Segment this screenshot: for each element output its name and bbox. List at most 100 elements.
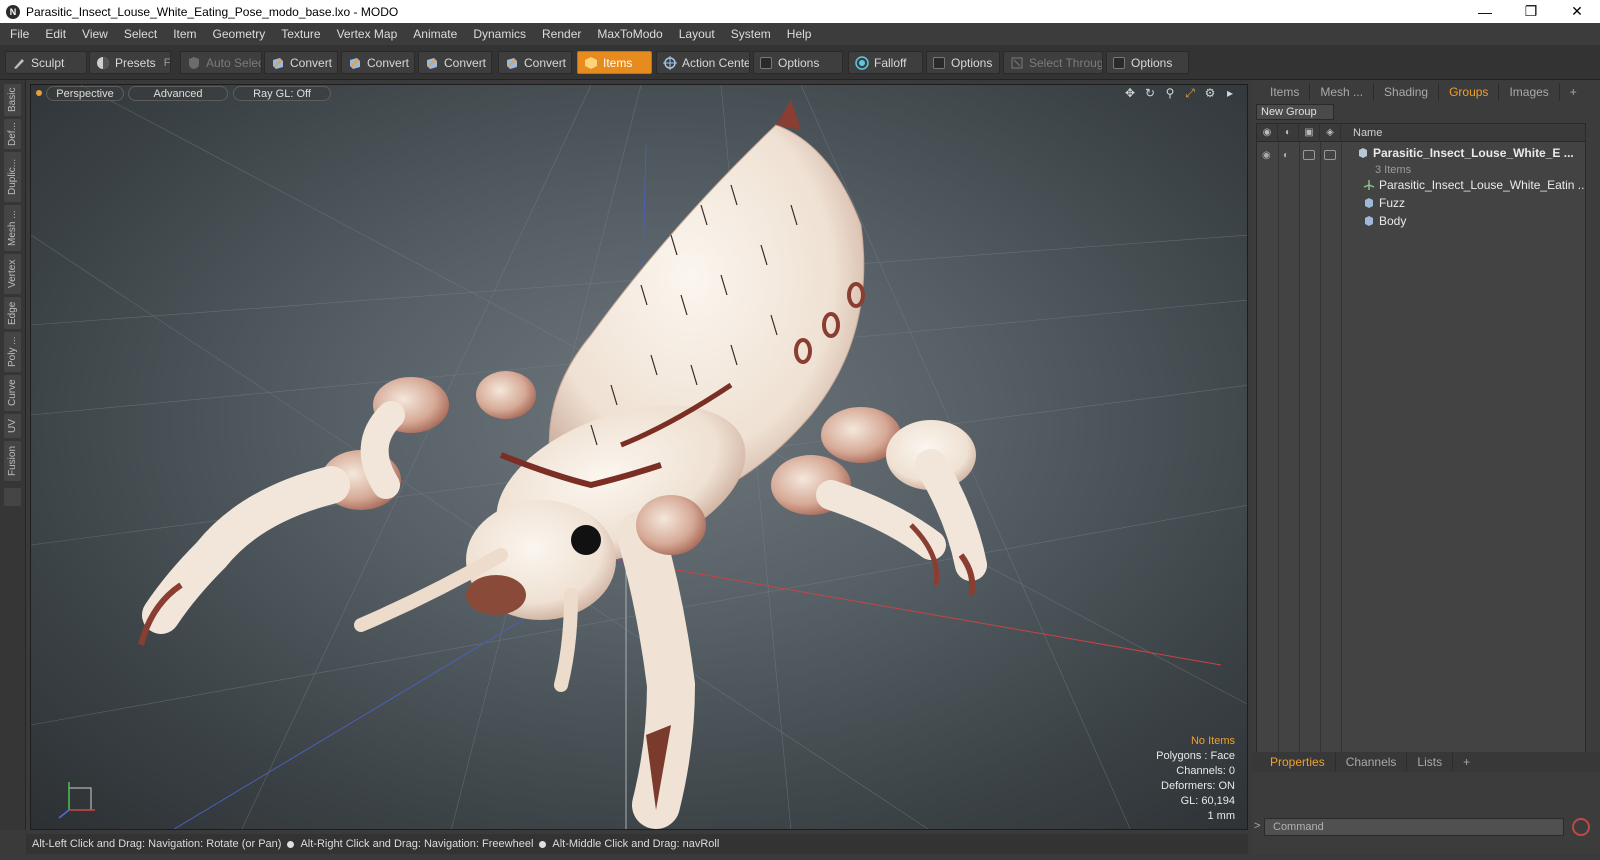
menu-select[interactable]: Select [116, 23, 165, 45]
tab-groups[interactable]: Groups [1439, 83, 1500, 101]
auto-select-button[interactable]: Auto Select [180, 51, 262, 74]
tab-mesh[interactable]: Mesh ... [4, 205, 21, 251]
tab-channels[interactable]: Channels [1336, 753, 1408, 771]
fit-icon[interactable]: ⤢ [1183, 86, 1197, 100]
viewport-options-dot[interactable] [36, 90, 42, 96]
perspective-dropdown[interactable]: Perspective [46, 86, 124, 101]
auto-select-label: Auto Select [206, 55, 262, 70]
row-lock-toggle[interactable] [1303, 150, 1315, 160]
tab-shading[interactable]: Shading [1374, 83, 1440, 101]
row-select-toggle[interactable] [1324, 150, 1336, 160]
options-checkbox-1[interactable] [760, 56, 772, 69]
options-label-1: Options [778, 55, 820, 70]
raygl-dropdown[interactable]: Ray GL: Off [233, 86, 331, 101]
group-row[interactable]: Parasitic_Insect_Louse_White_E ... [1357, 146, 1574, 160]
groups-list: ◉ ◐ ▣ ◈ Name ◉ ◐ Parasitic_Insect_Louse_… [1256, 123, 1586, 755]
menu-animate[interactable]: Animate [405, 23, 465, 45]
restore-button[interactable]: ❐ [1508, 0, 1554, 23]
options-checkbox-3[interactable] [1113, 56, 1125, 69]
expand-arrow-icon[interactable]: ▸ [1223, 86, 1237, 100]
menu-edit[interactable]: Edit [37, 23, 74, 45]
tree-item-body[interactable]: Body [1363, 214, 1406, 228]
tab-collapse[interactable] [4, 488, 21, 506]
convert-icon [273, 57, 283, 69]
advanced-dropdown[interactable]: Advanced [128, 86, 228, 101]
lock-icon[interactable]: ▣ [1299, 124, 1320, 142]
window-title: Parasitic_Insect_Louse_White_Eating_Pose… [26, 4, 399, 19]
select-through-button[interactable]: Select Through [1003, 51, 1103, 74]
close-button[interactable]: ✕ [1554, 0, 1600, 23]
3d-viewport[interactable]: Perspective Advanced Ray GL: Off ✥ ↻ ⚲ ⤢… [30, 84, 1248, 830]
items-label: Items [603, 55, 633, 70]
options-checkbox-2[interactable] [933, 56, 945, 69]
menu-maxtomodo[interactable]: MaxToModo [589, 23, 670, 45]
new-group-button[interactable]: New Group [1256, 104, 1334, 120]
tree-item-fuzz[interactable]: Fuzz [1363, 196, 1405, 210]
title-bar: N Parasitic_Insect_Louse_White_Eating_Po… [0, 0, 1600, 23]
settings-gear-icon[interactable]: ⚙ [1203, 86, 1217, 100]
menu-vertex-map[interactable]: Vertex Map [329, 23, 406, 45]
tab-properties[interactable]: Properties [1252, 753, 1336, 771]
row-visibility-eye-icon[interactable]: ◉ [1262, 150, 1271, 161]
menu-geometry[interactable]: Geometry [205, 23, 274, 45]
sculpt-button[interactable]: Sculpt [5, 51, 87, 74]
menu-layout[interactable]: Layout [671, 23, 723, 45]
viewport-header: Perspective Advanced Ray GL: Off ✥ ↻ ⚲ ⤢… [31, 85, 1247, 102]
convert-button-4[interactable]: Convert [498, 51, 572, 74]
menu-help[interactable]: Help [779, 23, 820, 45]
tab-deform[interactable]: Def... [4, 119, 21, 149]
add-tab-icon[interactable]: + [1453, 753, 1480, 771]
action-center-label: Action Center [682, 55, 750, 70]
items-button[interactable]: Items [577, 51, 652, 74]
menu-file[interactable]: File [2, 23, 37, 45]
stat-deformers: Deformers: ON [1161, 780, 1235, 792]
options-button-3[interactable]: Options [1106, 51, 1189, 74]
record-icon[interactable] [1572, 818, 1590, 836]
options-button-1[interactable]: Options [753, 51, 843, 74]
sculpt-label: Sculpt [31, 55, 65, 70]
menu-item[interactable]: Item [165, 23, 204, 45]
tab-duplicate[interactable]: Duplic... [4, 152, 21, 202]
add-tab-icon[interactable]: + [1560, 83, 1587, 101]
louse-model [138, 100, 987, 829]
menu-render[interactable]: Render [534, 23, 589, 45]
select-through-label: Select Through [1029, 55, 1103, 70]
tree-item-body-label: Body [1379, 214, 1407, 228]
tab-polygon[interactable]: Poly ... [4, 332, 21, 372]
tab-lists[interactable]: Lists [1407, 753, 1454, 771]
falloff-button[interactable]: Falloff [848, 51, 923, 74]
tab-basic[interactable]: Basic [4, 84, 21, 116]
options-button-2[interactable]: Options [926, 51, 1000, 74]
menu-view[interactable]: View [74, 23, 116, 45]
presets-button[interactable]: Presets F6 [89, 51, 171, 74]
tab-items[interactable]: Items [1252, 83, 1311, 101]
convert-button-1[interactable]: Convert [264, 51, 338, 74]
tree-item-locator[interactable]: Parasitic_Insect_Louse_White_Eatin ... [1363, 178, 1585, 192]
tab-edge[interactable]: Edge [4, 297, 21, 329]
pan-icon[interactable]: ✥ [1123, 86, 1137, 100]
tab-images[interactable]: Images [1499, 83, 1560, 101]
tool-tab-strip: Basic Def... Duplic... Mesh ... Vertex E… [0, 80, 26, 830]
tab-uv[interactable]: UV [4, 414, 21, 438]
action-center-button[interactable]: Action Center [656, 51, 750, 74]
menu-texture[interactable]: Texture [273, 23, 328, 45]
tab-vertex[interactable]: Vertex [4, 254, 21, 294]
render-icon[interactable]: ◐ [1278, 124, 1299, 142]
tab-fusion[interactable]: Fusion [4, 441, 21, 481]
rotate-icon[interactable]: ↻ [1143, 86, 1157, 100]
command-input[interactable]: Command [1264, 818, 1564, 836]
viewport-nav-icons: ✥ ↻ ⚲ ⤢ ⚙ ▸ [1123, 86, 1237, 101]
tab-mesh-ops[interactable]: Mesh ... [1310, 83, 1375, 101]
menu-system[interactable]: System [723, 23, 779, 45]
zoom-icon[interactable]: ⚲ [1163, 86, 1177, 100]
tab-curve[interactable]: Curve [4, 375, 21, 411]
convert-button-2[interactable]: Convert [341, 51, 415, 74]
select-icon[interactable]: ◈ [1320, 124, 1341, 142]
menu-dynamics[interactable]: Dynamics [465, 23, 534, 45]
viewport-stats: No Items Polygons : Face Channels: 0 Def… [1156, 734, 1235, 824]
visibility-eye-icon[interactable]: ◉ [1257, 124, 1278, 142]
row-render-icon[interactable]: ◐ [1283, 150, 1289, 161]
convert-button-3[interactable]: Convert [418, 51, 492, 74]
minimize-button[interactable]: — [1462, 0, 1508, 23]
mesh-icon [1365, 198, 1373, 208]
